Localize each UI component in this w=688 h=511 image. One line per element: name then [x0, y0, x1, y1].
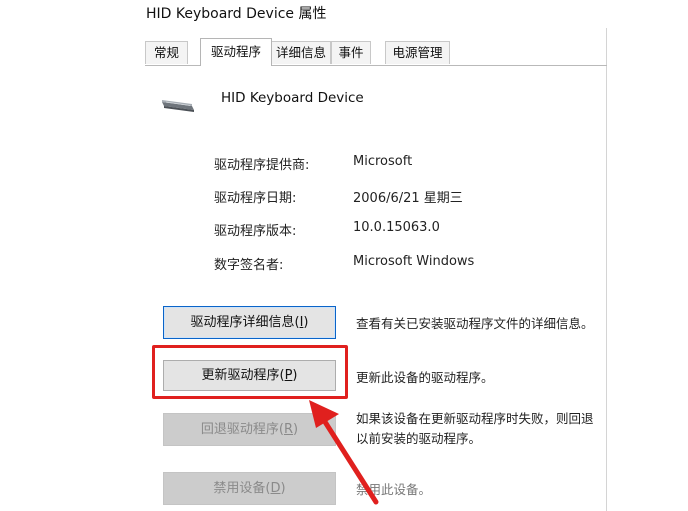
date-value: 2006/6/21 星期三 — [353, 191, 463, 206]
tab-events[interactable]: 事件 — [331, 41, 371, 64]
provider-value: Microsoft — [353, 154, 413, 169]
driver-details-desc: 查看有关已安装驱动程序文件的详细信息。 — [356, 316, 594, 331]
provider-label: 驱动程序提供商: — [214, 158, 310, 173]
tab-power-management[interactable]: 电源管理 — [385, 41, 450, 64]
tab-driver[interactable]: 驱动程序 — [200, 38, 272, 66]
rollback-driver-desc-line1: 如果该设备在更新驱动程序时失败，则回退 — [356, 411, 594, 426]
highlight-box — [152, 345, 348, 399]
red-arrow-icon — [309, 400, 379, 505]
tab-strip: 常规 驱动程序 详细信息 事件 电源管理 — [145, 38, 607, 66]
dialog-edge — [606, 28, 607, 511]
version-label: 驱动程序版本: — [214, 224, 297, 239]
tab-general[interactable]: 常规 — [145, 41, 188, 64]
tab-details[interactable]: 详细信息 — [271, 41, 331, 64]
device-name: HID Keyboard Device — [221, 90, 364, 106]
window-title: HID Keyboard Device 属性 — [146, 6, 327, 22]
signer-value: Microsoft Windows — [353, 254, 475, 269]
date-label: 驱动程序日期: — [214, 191, 297, 206]
signer-label: 数字签名者: — [214, 258, 284, 273]
version-value: 10.0.15063.0 — [353, 220, 440, 235]
update-driver-desc: 更新此设备的驱动程序。 — [356, 370, 494, 385]
keyboard-icon — [162, 100, 194, 112]
driver-details-button[interactable]: 驱动程序详细信息(I) — [163, 306, 336, 339]
